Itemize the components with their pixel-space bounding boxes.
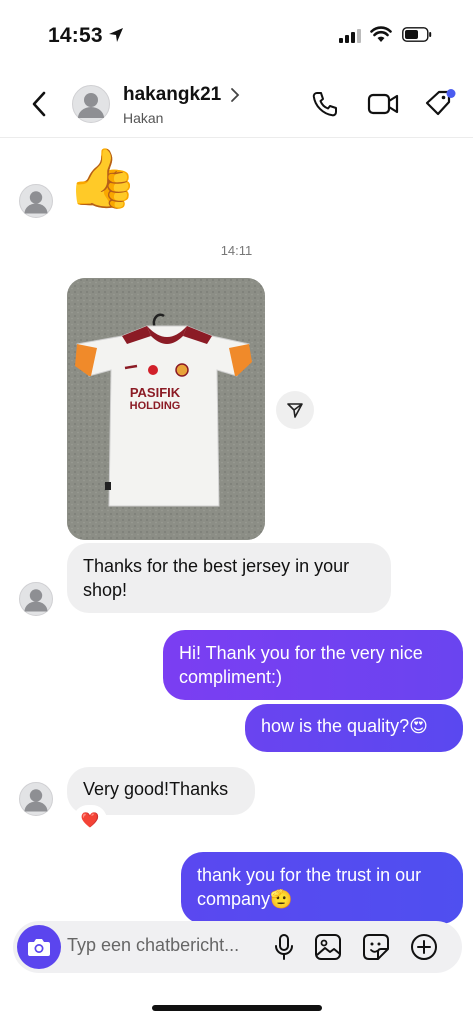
outgoing-message[interactable]: Hi! Thank you for the very nice complime… <box>163 630 463 700</box>
outgoing-message[interactable]: how is the quality?😍 <box>245 704 463 752</box>
chevron-right-icon[interactable] <box>229 86 241 104</box>
location-arrow-icon <box>109 28 123 42</box>
cellular-signal-icon <box>339 28 361 43</box>
sticker-button[interactable] <box>360 931 392 963</box>
message-input[interactable] <box>67 935 267 956</box>
sponsor-text-line2: HOLDING <box>130 400 181 412</box>
outgoing-message[interactable]: thank you for the trust in our company🫡 <box>181 852 463 924</box>
message-composer <box>13 921 462 973</box>
wifi-icon <box>370 26 392 42</box>
thumbs-up-emoji-message[interactable]: 👍 <box>66 150 138 208</box>
video-call-button[interactable] <box>367 88 399 120</box>
video-camera-icon <box>367 93 399 115</box>
plus-circle-icon <box>411 934 437 960</box>
back-button[interactable] <box>26 88 52 120</box>
battery-icon <box>402 27 432 42</box>
heart-reaction[interactable]: ❤️ <box>74 806 106 834</box>
phone-icon <box>312 92 337 117</box>
sticker-icon <box>363 934 389 960</box>
avatar[interactable] <box>72 85 110 123</box>
chat-header: hakangk21 Hakan <box>0 70 473 138</box>
camera-icon <box>28 939 50 956</box>
message-timestamp: 14:11 <box>220 243 253 258</box>
add-attachment-button[interactable] <box>408 931 440 963</box>
home-indicator[interactable] <box>152 1005 322 1011</box>
back-arrow-icon <box>32 91 46 117</box>
microphone-icon <box>275 934 293 960</box>
notification-dot <box>446 89 456 98</box>
status-bar: 14:53 <box>0 0 473 70</box>
incoming-message[interactable]: Thanks for the best jersey in your shop! <box>67 543 391 613</box>
share-button[interactable] <box>276 391 314 429</box>
contact-display-name: Hakan <box>123 110 164 126</box>
contact-username[interactable]: hakangk21 <box>123 84 221 106</box>
image-icon <box>315 934 341 960</box>
gallery-button[interactable] <box>312 931 344 963</box>
status-time: 14:53 <box>48 24 103 47</box>
voice-call-button[interactable] <box>309 88 341 120</box>
jersey-photo: PASIFIK HOLDING <box>67 278 265 540</box>
tag-icon <box>425 89 456 116</box>
avatar[interactable] <box>19 184 53 218</box>
jersey-photo-message[interactable]: PASIFIK HOLDING <box>67 278 265 540</box>
send-icon <box>287 403 303 418</box>
sponsor-text-line1: PASIFIK <box>130 385 181 400</box>
camera-button[interactable] <box>17 925 61 969</box>
avatar[interactable] <box>19 582 53 616</box>
tags-button[interactable] <box>424 88 456 120</box>
voice-message-button[interactable] <box>268 931 300 963</box>
avatar[interactable] <box>19 782 53 816</box>
